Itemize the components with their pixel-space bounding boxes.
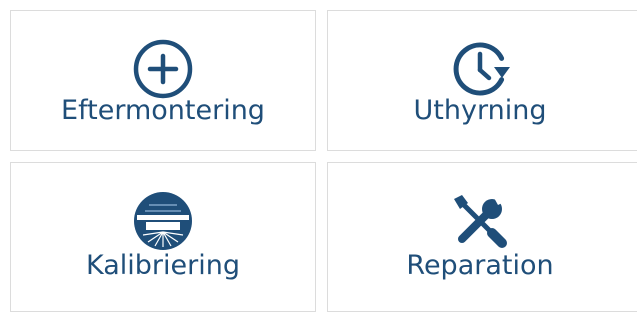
tile-label: Eftermontering (61, 95, 265, 126)
tile-uthyrning[interactable]: Uthyrning (327, 10, 637, 151)
plus-circle-icon (11, 38, 315, 100)
wrench-screwdriver-icon (328, 190, 632, 252)
clock-refresh-icon (328, 38, 632, 100)
tile-label: Kalibriering (86, 250, 240, 281)
tile-label: Reparation (406, 250, 554, 281)
tile-label: Uthyrning (413, 95, 547, 126)
tile-reparation[interactable]: Reparation (327, 162, 637, 312)
calibration-seal-icon (11, 190, 315, 252)
tile-eftermontering[interactable]: Eftermontering (10, 10, 316, 151)
tile-kalibriering[interactable]: Kalibriering (10, 162, 316, 312)
